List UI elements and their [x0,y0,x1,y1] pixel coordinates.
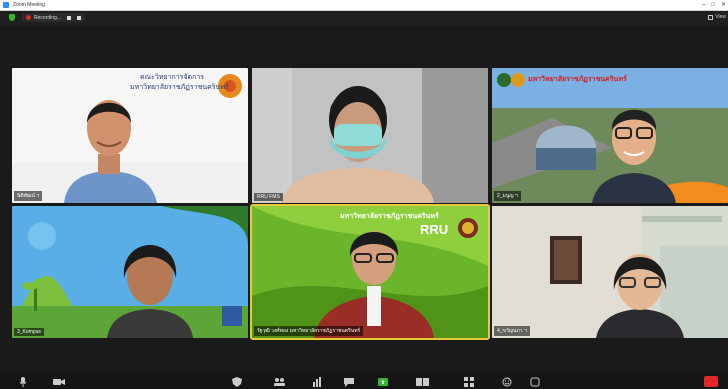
video-camera-icon [53,378,65,385]
video-feed-5 [252,206,488,338]
banner-line-2: มหาวิทยาลัยราชภัฏราชนครินทร์ [130,84,229,91]
banner-rru: RRU [420,222,449,237]
minimize-button[interactable]: – [702,0,705,10]
reactions-button[interactable] [500,376,514,387]
breakout-rooms-icon [464,376,474,387]
share-screen-button[interactable] [376,376,390,387]
breakout-rooms-button[interactable] [462,376,476,387]
video-feed-3 [492,68,728,203]
video-tile-2[interactable]: RRU FMS [252,68,488,203]
video-tile-5-active-speaker[interactable]: มหาวิทยาลัยราชภัฏราชนครินทร์ RRU รัฐวุฒิ… [250,204,490,340]
view-label: View [715,14,726,20]
apps-button[interactable] [528,376,542,387]
video-tile-6[interactable]: 4_ขวัญนภา ฯ [492,206,728,338]
grid-view-icon [708,14,714,20]
smiley-icon [502,377,512,386]
participant-name: 3_Kompus [14,328,44,336]
end-meeting-button[interactable] [704,376,718,387]
pause-recording-button[interactable] [66,15,71,20]
record-icon [416,377,429,386]
apps-icon [530,377,540,386]
video-tile-1[interactable]: คณะวิทยาการจัดการ มหาวิทยาลัยราชภัฏราชนค… [12,68,248,203]
meeting-topbar: Recording... View [0,11,728,25]
participants-icon [274,377,285,386]
microphone-icon [19,376,27,387]
zoom-logo-icon [3,2,9,8]
stop-recording-button[interactable] [76,15,81,20]
window-titlebar: Zoom Meeting – □ ✕ [0,0,728,11]
record-button[interactable] [416,376,430,387]
close-button[interactable]: ✕ [721,0,726,10]
participants-button[interactable] [272,376,286,387]
polls-button[interactable] [310,376,324,387]
participant-name: 4_ขวัญนภา ฯ [494,326,530,336]
video-tile-3[interactable]: มหาวิทยาลัยราชภัฏราชนครินทร์ 2_มนูญ ฯ [492,68,728,203]
shield-icon [232,376,242,387]
security-shield-icon[interactable] [9,14,15,21]
participant-name: รัฐวุฒิ วงศ์ทอง มหาวิทยาลัยราชภัฏราชนคริ… [254,326,364,336]
chat-button[interactable] [342,376,356,387]
security-button[interactable] [230,376,244,387]
recording-dot-icon [26,15,31,20]
share-screen-icon [378,377,388,386]
banner-line-1: มหาวิทยาลัยราชภัฏราชนครินทร์ [528,76,627,83]
window-title: Zoom Meeting [13,2,45,8]
recording-indicator: Recording... [22,13,85,22]
bar-chart-icon [313,376,321,387]
participant-name: นิติพัฒน์ ฯ [14,191,43,201]
video-feed-6 [492,206,728,338]
video-feed-2 [252,68,488,203]
maximize-button[interactable]: □ [711,0,715,10]
mute-button[interactable] [16,376,30,387]
view-button[interactable]: View [708,14,726,20]
participant-name: RRU FMS [254,193,283,201]
video-button[interactable] [52,376,66,387]
video-feed-4 [12,206,248,338]
banner-line-1: มหาวิทยาลัยราชภัฏราชนครินทร์ [340,213,439,220]
chat-icon [344,377,354,387]
recording-label: Recording... [34,14,61,21]
meeting-toolbar [0,374,728,389]
video-tile-4[interactable]: 3_Kompus [12,206,248,338]
participant-name: 2_มนูญ ฯ [494,191,521,201]
